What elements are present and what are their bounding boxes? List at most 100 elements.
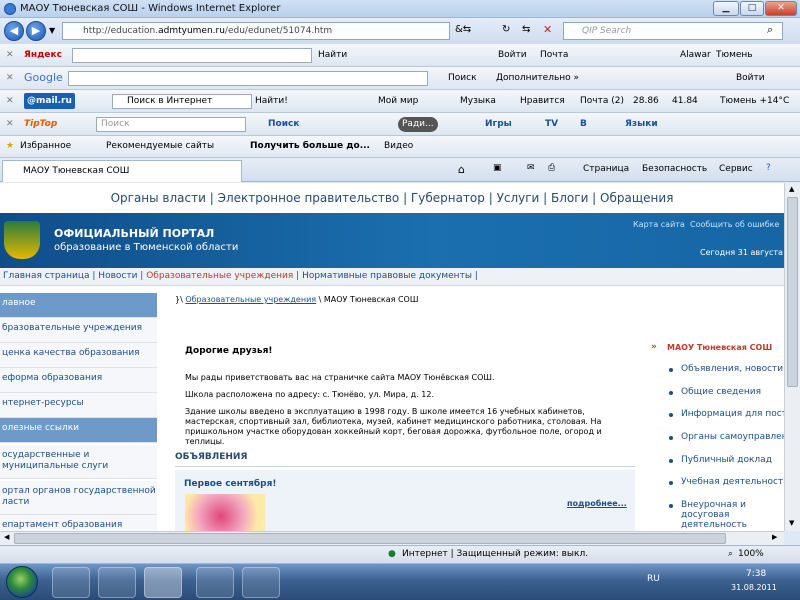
horizontal-scrollbar[interactable]: ◀ ▶	[0, 531, 784, 545]
stop-icon[interactable]: ✕	[543, 23, 552, 36]
zoom-level[interactable]: 100%	[738, 546, 764, 563]
like-button[interactable]: Нравится	[520, 90, 565, 112]
sitemap-link[interactable]: Карта сайта	[633, 220, 685, 229]
close-toolbar-icon[interactable]: ✕	[6, 67, 14, 89]
sidebar-item-gov-portal[interactable]: ортал органов государственной ласти	[0, 481, 157, 515]
firefox-taskbar-icon[interactable]	[52, 567, 90, 598]
clock-date[interactable]: 31.08.2011	[731, 583, 777, 592]
tv-button[interactable]: TV	[545, 113, 558, 135]
tab-current[interactable]: МАОУ Тюневская СОШ	[2, 160, 242, 182]
compatibility-icon[interactable]: &⇆	[455, 24, 471, 35]
close-toolbar-icon[interactable]: ✕	[6, 44, 14, 66]
sidebar-item-quality[interactable]: ценка качества образования	[0, 343, 157, 368]
right-menu-item[interactable]: Публичный доклад	[669, 455, 772, 465]
sidebar-item-internet[interactable]: нтернет-ресурсы	[0, 393, 157, 418]
security-zone-text[interactable]: Интернет | Защищенный режим: выкл.	[402, 546, 588, 563]
security-menu[interactable]: Безопасность	[642, 164, 707, 174]
scroll-up-icon[interactable]: ▲	[789, 185, 794, 193]
weather-button[interactable]: Тюмень +14°C	[720, 90, 789, 112]
right-menu-item[interactable]: Внеурочная и досуговая деятельность	[669, 500, 784, 530]
games-button[interactable]: Игры	[485, 113, 512, 135]
page-menu[interactable]: Страница	[583, 164, 629, 174]
favorites-button[interactable]: Избранное	[20, 136, 71, 157]
yandex-city[interactable]: Тюмень	[716, 44, 753, 66]
video-link[interactable]: Видео	[384, 136, 413, 157]
compat-view-icon[interactable]: ⇆	[522, 24, 530, 35]
forward-button[interactable]: ▶	[26, 21, 46, 41]
right-menu-item[interactable]: Общие сведения	[669, 387, 761, 397]
language-indicator[interactable]: RU	[647, 574, 660, 584]
scroll-down-icon[interactable]: ▼	[789, 519, 794, 527]
yandex-logo[interactable]: Яндекс	[24, 44, 62, 66]
google-search-button[interactable]: Поиск	[448, 67, 477, 89]
right-menu-item[interactable]: Органы самоуправления	[669, 432, 784, 442]
close-toolbar-icon[interactable]: ✕	[6, 90, 14, 112]
alawar-button[interactable]: Alawar	[680, 44, 711, 66]
google-more-button[interactable]: Дополнительно »	[496, 67, 579, 89]
clock-time[interactable]: 7:38	[746, 569, 766, 579]
google-login-button[interactable]: Войти	[736, 67, 765, 89]
yandex-search-input[interactable]	[72, 48, 312, 63]
site-top-nav[interactable]: Органы власти | Электронное правительств…	[0, 183, 784, 213]
home-icon[interactable]: ⌂	[458, 163, 465, 176]
right-menu-item[interactable]: Информация для поступа	[669, 409, 784, 419]
recommended-sites-button[interactable]: Рекомендуемые сайты	[106, 136, 214, 157]
right-menu-item[interactable]: Объявления, новости	[669, 364, 783, 374]
yandex-find-button[interactable]: Найти	[318, 44, 347, 66]
mailru-find-button[interactable]: Найти!	[255, 90, 288, 112]
explorer-taskbar-icon[interactable]	[98, 567, 136, 598]
sidebar-item-institutions[interactable]: бразовательные учреждения	[0, 318, 157, 343]
maximize-button[interactable]: □	[740, 1, 764, 16]
radio-button[interactable]: Ради...	[398, 117, 438, 132]
mailru-mail-button[interactable]: Почта (2)	[580, 90, 624, 112]
scroll-left-icon[interactable]: ◀	[4, 533, 9, 541]
nav-legal-docs[interactable]: Нормативные правовые документы	[302, 271, 472, 281]
b-button[interactable]: B	[580, 113, 587, 135]
ie-taskbar-icon[interactable]	[144, 567, 182, 598]
tiptop-search-button[interactable]: Поиск	[268, 113, 299, 135]
skype-taskbar-icon[interactable]	[196, 567, 234, 598]
mailru-logo[interactable]: @mail.ru	[24, 93, 75, 109]
path-link[interactable]: Образовательные учреждения	[185, 295, 316, 304]
search-field[interactable]: QIP Search	[563, 22, 783, 40]
music-button[interactable]: Музыка	[460, 90, 496, 112]
tiptop-logo[interactable]: TipTop	[24, 113, 57, 135]
service-menu[interactable]: Сервис	[719, 164, 753, 174]
history-dropdown-icon[interactable]: ▼	[49, 26, 55, 35]
report-error-link[interactable]: Сообщить об ошибке	[690, 220, 779, 229]
mailru-search-input[interactable]: Поиск в Интернет	[112, 94, 252, 109]
help-icon[interactable]: ?	[766, 163, 771, 173]
get-more-addons-button[interactable]: Получить больше до...	[250, 136, 370, 157]
tiptop-search-input[interactable]: Поиск	[96, 117, 246, 132]
vertical-scrollbar[interactable]: ▲ ▼	[784, 183, 800, 531]
nav-educational-institutions[interactable]: Образовательные учреждения	[146, 271, 293, 281]
yandex-login-button[interactable]: Войти	[498, 44, 527, 66]
ad-title[interactable]: Первое сентября!	[184, 479, 276, 489]
nav-main-page[interactable]: Главная страница	[3, 271, 90, 281]
sidebar-item-reform[interactable]: еформа образования	[0, 368, 157, 393]
sidebar-item-department[interactable]: епартамент образования	[0, 515, 157, 531]
sidebar-item-main[interactable]: лавное	[0, 293, 157, 318]
sidebar-item-links[interactable]: олезные ссылки	[0, 418, 157, 443]
close-button[interactable]: ✕	[765, 1, 797, 16]
search-icon[interactable]: ⌕	[767, 23, 773, 37]
nav-news[interactable]: Новости	[98, 271, 137, 281]
refresh-icon[interactable]: ↻	[502, 24, 510, 35]
feeds-icon[interactable]: ▣	[493, 163, 502, 173]
close-toolbar-icon[interactable]: ✕	[6, 113, 14, 135]
right-menu-item[interactable]: Учебная деятельность	[669, 477, 784, 487]
yandex-mail-button[interactable]: Почта	[540, 44, 568, 66]
read-more-link[interactable]: подробнее...	[567, 499, 627, 508]
my-world-button[interactable]: Мой мир	[378, 90, 418, 112]
app-taskbar-icon[interactable]	[242, 567, 280, 598]
start-button[interactable]	[6, 566, 38, 598]
scroll-right-icon[interactable]: ▶	[772, 533, 777, 541]
horizontal-scroll-thumb[interactable]	[14, 533, 726, 544]
google-logo[interactable]: Google	[24, 67, 63, 89]
minimize-button[interactable]: ▁	[713, 1, 739, 16]
vertical-scroll-thumb[interactable]	[787, 197, 798, 387]
sidebar-item-services[interactable]: осударственные и муниципальные слуги	[0, 445, 157, 479]
google-search-input[interactable]	[68, 71, 428, 86]
back-button[interactable]: ◀	[4, 21, 24, 41]
languages-button[interactable]: Языки	[625, 113, 658, 135]
